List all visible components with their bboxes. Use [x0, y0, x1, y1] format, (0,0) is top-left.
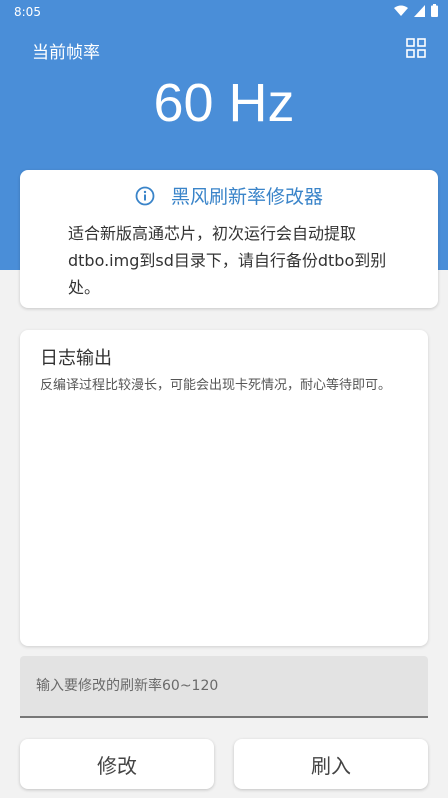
log-title: 日志输出	[40, 348, 112, 369]
wifi-icon	[394, 5, 408, 20]
flash-button[interactable]: 刷入	[234, 739, 428, 789]
fps-value: 60 Hz	[153, 73, 295, 133]
info-card: 黑风刷新率修改器 适合新版高通芯片，初次运行会自动提取dtbo.img到sd目录…	[20, 170, 438, 308]
refresh-rate-input-container	[20, 656, 428, 718]
fps-label: 当前帧率	[32, 43, 100, 63]
battery-icon	[431, 4, 438, 20]
status-bar: 8:05	[0, 0, 448, 24]
modify-button[interactable]: 修改	[20, 739, 214, 789]
signal-icon	[414, 4, 425, 20]
info-description: 适合新版高通芯片，初次运行会自动提取dtbo.img到sd目录下，请自行备份dt…	[68, 224, 387, 297]
status-time: 8:05	[14, 5, 41, 19]
info-icon	[135, 186, 155, 206]
info-card-title: 黑风刷新率修改器	[20, 182, 438, 209]
refresh-rate-input[interactable]	[20, 656, 428, 716]
status-icons	[394, 4, 438, 20]
log-card: 日志输出 反编译过程比较漫长，可能会出现卡死情况，耐心等待即可。	[20, 330, 428, 646]
grid-icon[interactable]	[406, 38, 426, 58]
app-title: 黑风刷新率修改器	[171, 186, 324, 208]
app-screen: 8:05 当前帧率 60 Hz 黑风刷新率修改器 适合新版高通芯片，初次运行会自…	[0, 0, 448, 798]
log-text: 反编译过程比较漫长，可能会出现卡死情况，耐心等待即可。	[40, 378, 392, 393]
